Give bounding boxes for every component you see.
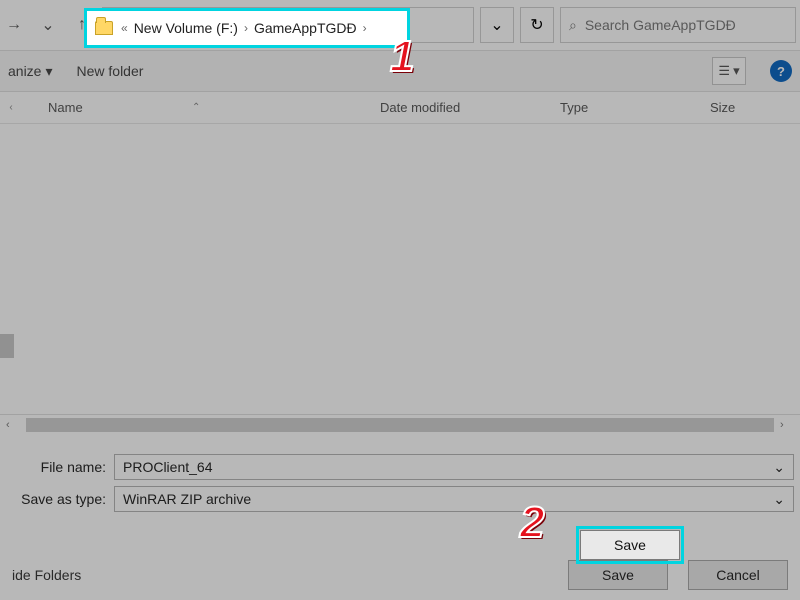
organize-menu[interactable]: anize ▾ (8, 63, 53, 80)
chevron-right-icon[interactable]: › (780, 419, 794, 431)
column-date-label: Date modified (380, 100, 460, 115)
chevron-down-icon: ⌄ (41, 15, 54, 35)
column-type-label: Type (560, 100, 588, 115)
save-button[interactable]: Save (568, 560, 668, 590)
chevron-left-icon: ‹ (9, 102, 12, 113)
horizontal-scrollbar[interactable]: ‹ › (0, 414, 800, 434)
chevron-down-icon[interactable]: ⌄ (773, 459, 785, 476)
save-dialog: → ⌄ ↑ « New Volume (F:) › GameAppTGDĐ › … (0, 0, 800, 600)
annotation-highlight-2-content: Save (580, 530, 680, 560)
toolbar: anize ▾ New folder ☰ ▾ ? (0, 50, 800, 92)
annotation-highlight-2 (576, 526, 684, 564)
up-button[interactable]: ↑ (68, 7, 96, 43)
filename-input[interactable]: PROClient_64 ⌄ (114, 454, 794, 480)
save-label: Save (614, 537, 646, 553)
arrow-up-icon: ↑ (78, 16, 86, 34)
view-menu[interactable]: ☰ ▾ (712, 57, 746, 85)
crumb-folder[interactable]: GameAppTGDĐ (268, 17, 371, 33)
caret-down-icon: ▾ (733, 63, 740, 79)
help-icon: ? (777, 64, 785, 79)
savetype-value: WinRAR ZIP archive (123, 491, 251, 507)
crumb-volume[interactable]: New Volume (F:) (148, 17, 252, 33)
scrollbar-thumb[interactable] (0, 334, 14, 358)
column-date[interactable]: Date modified (380, 100, 560, 115)
filename-row: File name: PROClient_64 ⌄ (0, 448, 800, 480)
column-name[interactable]: Name ⌃ (22, 100, 380, 115)
column-size[interactable]: Size (710, 100, 800, 115)
column-size-label: Size (710, 100, 735, 115)
cancel-button[interactable]: Cancel (688, 560, 788, 590)
chevron-right-icon: › (377, 18, 381, 32)
cancel-label: Cancel (716, 567, 760, 583)
chevron-right-icon: › (258, 18, 262, 32)
folder-icon (109, 18, 127, 32)
search-placeholder: Search GameAppTGDĐ (585, 17, 736, 33)
refresh-icon: ↻ (530, 15, 543, 35)
new-folder-button[interactable]: New folder (77, 63, 144, 79)
savetype-select[interactable]: WinRAR ZIP archive ⌄ (114, 486, 794, 512)
refresh-button[interactable]: ↻ (520, 7, 554, 43)
arrow-right-icon: → (6, 16, 22, 34)
history-dropdown[interactable]: ⌄ (34, 7, 62, 43)
filename-value: PROClient_64 (123, 459, 213, 475)
nav-row: → ⌄ ↑ « New Volume (F:) › GameAppTGDĐ › … (0, 0, 800, 50)
caret-down-icon: ▾ (45, 63, 52, 80)
forward-button[interactable]: → (0, 7, 28, 43)
chevron-down-icon[interactable]: ⌄ (773, 491, 785, 508)
savetype-label: Save as type: (6, 491, 106, 507)
filename-label: File name: (6, 459, 106, 475)
column-name-label: Name (48, 100, 83, 115)
hide-folders-toggle[interactable]: ide Folders (12, 567, 81, 583)
dialog-buttons: ide Folders Save Cancel (0, 560, 800, 590)
help-button[interactable]: ? (770, 60, 792, 82)
new-folder-label: New folder (77, 63, 144, 79)
sort-asc-icon: ⌃ (192, 102, 200, 113)
organize-label: anize (8, 63, 41, 79)
search-input[interactable]: ⌕ Search GameAppTGDĐ (560, 7, 796, 43)
address-breadcrumb[interactable]: « New Volume (F:) › GameAppTGDĐ › (102, 7, 474, 43)
overflow-chevron-icon: « (135, 18, 142, 32)
search-icon: ⌕ (569, 17, 577, 34)
chevron-down-icon: ⌄ (490, 15, 503, 35)
save-label: Save (602, 567, 634, 583)
address-dropdown[interactable]: ⌄ (480, 7, 514, 43)
list-view-icon: ☰ (718, 63, 730, 79)
chevron-left-icon[interactable]: ‹ (6, 419, 20, 431)
tree-scrollbar[interactable] (0, 124, 18, 414)
column-headers: ‹ Name ⌃ Date modified Type Size (0, 92, 800, 124)
file-list[interactable] (0, 124, 800, 414)
scrollbar-track[interactable] (26, 418, 774, 432)
tree-collapse[interactable]: ‹ (0, 102, 22, 113)
empty-area (18, 124, 800, 414)
column-type[interactable]: Type (560, 100, 710, 115)
savetype-row: Save as type: WinRAR ZIP archive ⌄ (0, 480, 800, 512)
